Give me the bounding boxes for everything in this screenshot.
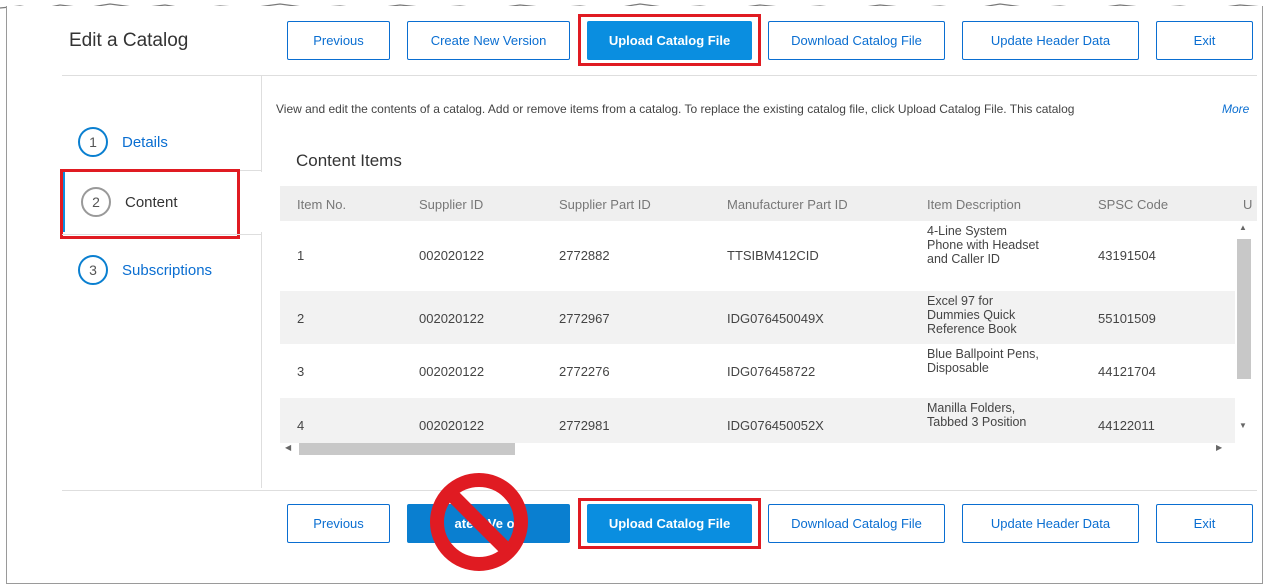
item-no-cell: 4	[297, 418, 305, 433]
table-row[interactable]: 4 002020122 2772981 IDG076450052X Manill…	[280, 398, 1235, 443]
step-content[interactable]: 2 Content	[62, 172, 262, 232]
vertical-scroll-thumb[interactable]	[1237, 239, 1251, 379]
bottom-upload-catalog-file-button[interactable]: Upload Catalog File	[587, 504, 752, 543]
spsc-code-cell: 44121704	[1098, 364, 1156, 379]
spsc-code-cell: 44122011	[1098, 418, 1155, 433]
section-title: Content Items	[296, 151, 402, 170]
step-number: 1	[78, 127, 108, 157]
table-row[interactable]: 2 002020122 2772967 IDG076450049X Excel …	[280, 291, 1235, 344]
table-row[interactable]: 3 002020122 2772276 IDG076458722 Blue Ba…	[280, 344, 1235, 398]
manufacturer-part-id-cell: IDG076458722	[727, 364, 816, 379]
spsc-code-cell: 43191504	[1098, 248, 1156, 263]
scroll-down-icon[interactable]: ▼	[1239, 421, 1247, 430]
column-header[interactable]: U	[1243, 197, 1252, 212]
step-label: Subscriptions	[122, 261, 213, 279]
table-header: Item No. Supplier ID Supplier Part ID Ma…	[280, 186, 1257, 221]
supplier-id-cell: 002020122	[419, 248, 485, 263]
update-header-data-button[interactable]: Update Header Data	[962, 21, 1139, 60]
download-catalog-file-button[interactable]: Download Catalog File	[768, 21, 945, 60]
scroll-up-icon[interactable]: ▲	[1239, 223, 1247, 232]
step-divider	[62, 170, 262, 171]
supplier-part-id-cell: 2772882	[559, 248, 610, 263]
item-description-cell: Excel 97 for Dummies Quick Reference Boo…	[927, 294, 1017, 336]
item-description-cell: Manilla Folders, Tabbed 3 Position	[927, 401, 1027, 429]
step-subscriptions[interactable]: 3 Subscriptions	[62, 240, 262, 300]
item-no-cell: 1	[297, 248, 305, 263]
horizontal-scrollbar[interactable]: ◀ ▶	[283, 442, 1228, 458]
content-items-table: Item No. Supplier ID Supplier Part ID Ma…	[280, 186, 1257, 460]
supplier-id-cell: 002020122	[419, 364, 485, 379]
horizontal-scroll-thumb[interactable]	[299, 443, 515, 455]
scroll-right-icon[interactable]: ▶	[1216, 443, 1222, 452]
exit-button[interactable]: Exit	[1156, 21, 1253, 60]
bottom-download-catalog-file-button[interactable]: Download Catalog File	[768, 504, 945, 543]
vertical-scrollbar[interactable]: ▲ ▼	[1236, 221, 1252, 449]
page-description: View and edit the contents of a catalog.…	[276, 102, 1075, 116]
column-header[interactable]: SPSC Code	[1098, 197, 1168, 212]
step-details[interactable]: 1 Details	[62, 112, 262, 172]
item-description-cell: Blue Ballpoint Pens, Disposable	[927, 347, 1039, 375]
supplier-part-id-cell: 2772981	[559, 418, 610, 433]
item-description-cell: 4-Line System Phone with Headset and Cal…	[927, 224, 1039, 266]
bottom-update-header-data-button[interactable]: Update Header Data	[962, 504, 1139, 543]
page-title: Edit a Catalog	[69, 30, 189, 51]
step-number: 3	[78, 255, 108, 285]
bottom-divider	[62, 490, 1257, 491]
manufacturer-part-id-cell: IDG076450052X	[727, 418, 824, 433]
step-label: Details	[122, 133, 168, 151]
column-header[interactable]: Item No.	[297, 197, 346, 212]
supplier-id-cell: 002020122	[419, 311, 485, 326]
column-header[interactable]: Manufacturer Part ID	[727, 197, 848, 212]
supplier-part-id-cell: 2772967	[559, 311, 610, 326]
bottom-previous-button[interactable]: Previous	[287, 504, 390, 543]
previous-button[interactable]: Previous	[287, 21, 390, 60]
item-no-cell: 3	[297, 364, 305, 379]
manufacturer-part-id-cell: TTSIBM412CID	[727, 248, 819, 263]
step-number: 2	[81, 187, 111, 217]
column-header[interactable]: Item Description	[927, 197, 1021, 212]
column-header[interactable]: Supplier ID	[419, 197, 483, 212]
manufacturer-part-id-cell: IDG076450049X	[727, 311, 824, 326]
spsc-code-cell: 55101509	[1098, 311, 1156, 326]
item-no-cell: 2	[297, 311, 305, 326]
more-link[interactable]: More	[1222, 102, 1249, 116]
bottom-exit-button[interactable]: Exit	[1156, 504, 1253, 543]
step-label: Content	[125, 193, 178, 211]
step-divider	[62, 234, 262, 235]
prohibited-icon	[430, 473, 528, 571]
supplier-id-cell: 002020122	[419, 418, 485, 433]
upload-catalog-file-button[interactable]: Upload Catalog File	[587, 21, 752, 60]
create-new-version-button[interactable]: Create New Version	[407, 21, 570, 60]
table-row[interactable]: 1 002020122 2772882 TTSIBM412CID 4-Line …	[280, 221, 1235, 291]
scroll-left-icon[interactable]: ◀	[285, 443, 291, 452]
column-header[interactable]: Supplier Part ID	[559, 197, 651, 212]
supplier-part-id-cell: 2772276	[559, 364, 610, 379]
